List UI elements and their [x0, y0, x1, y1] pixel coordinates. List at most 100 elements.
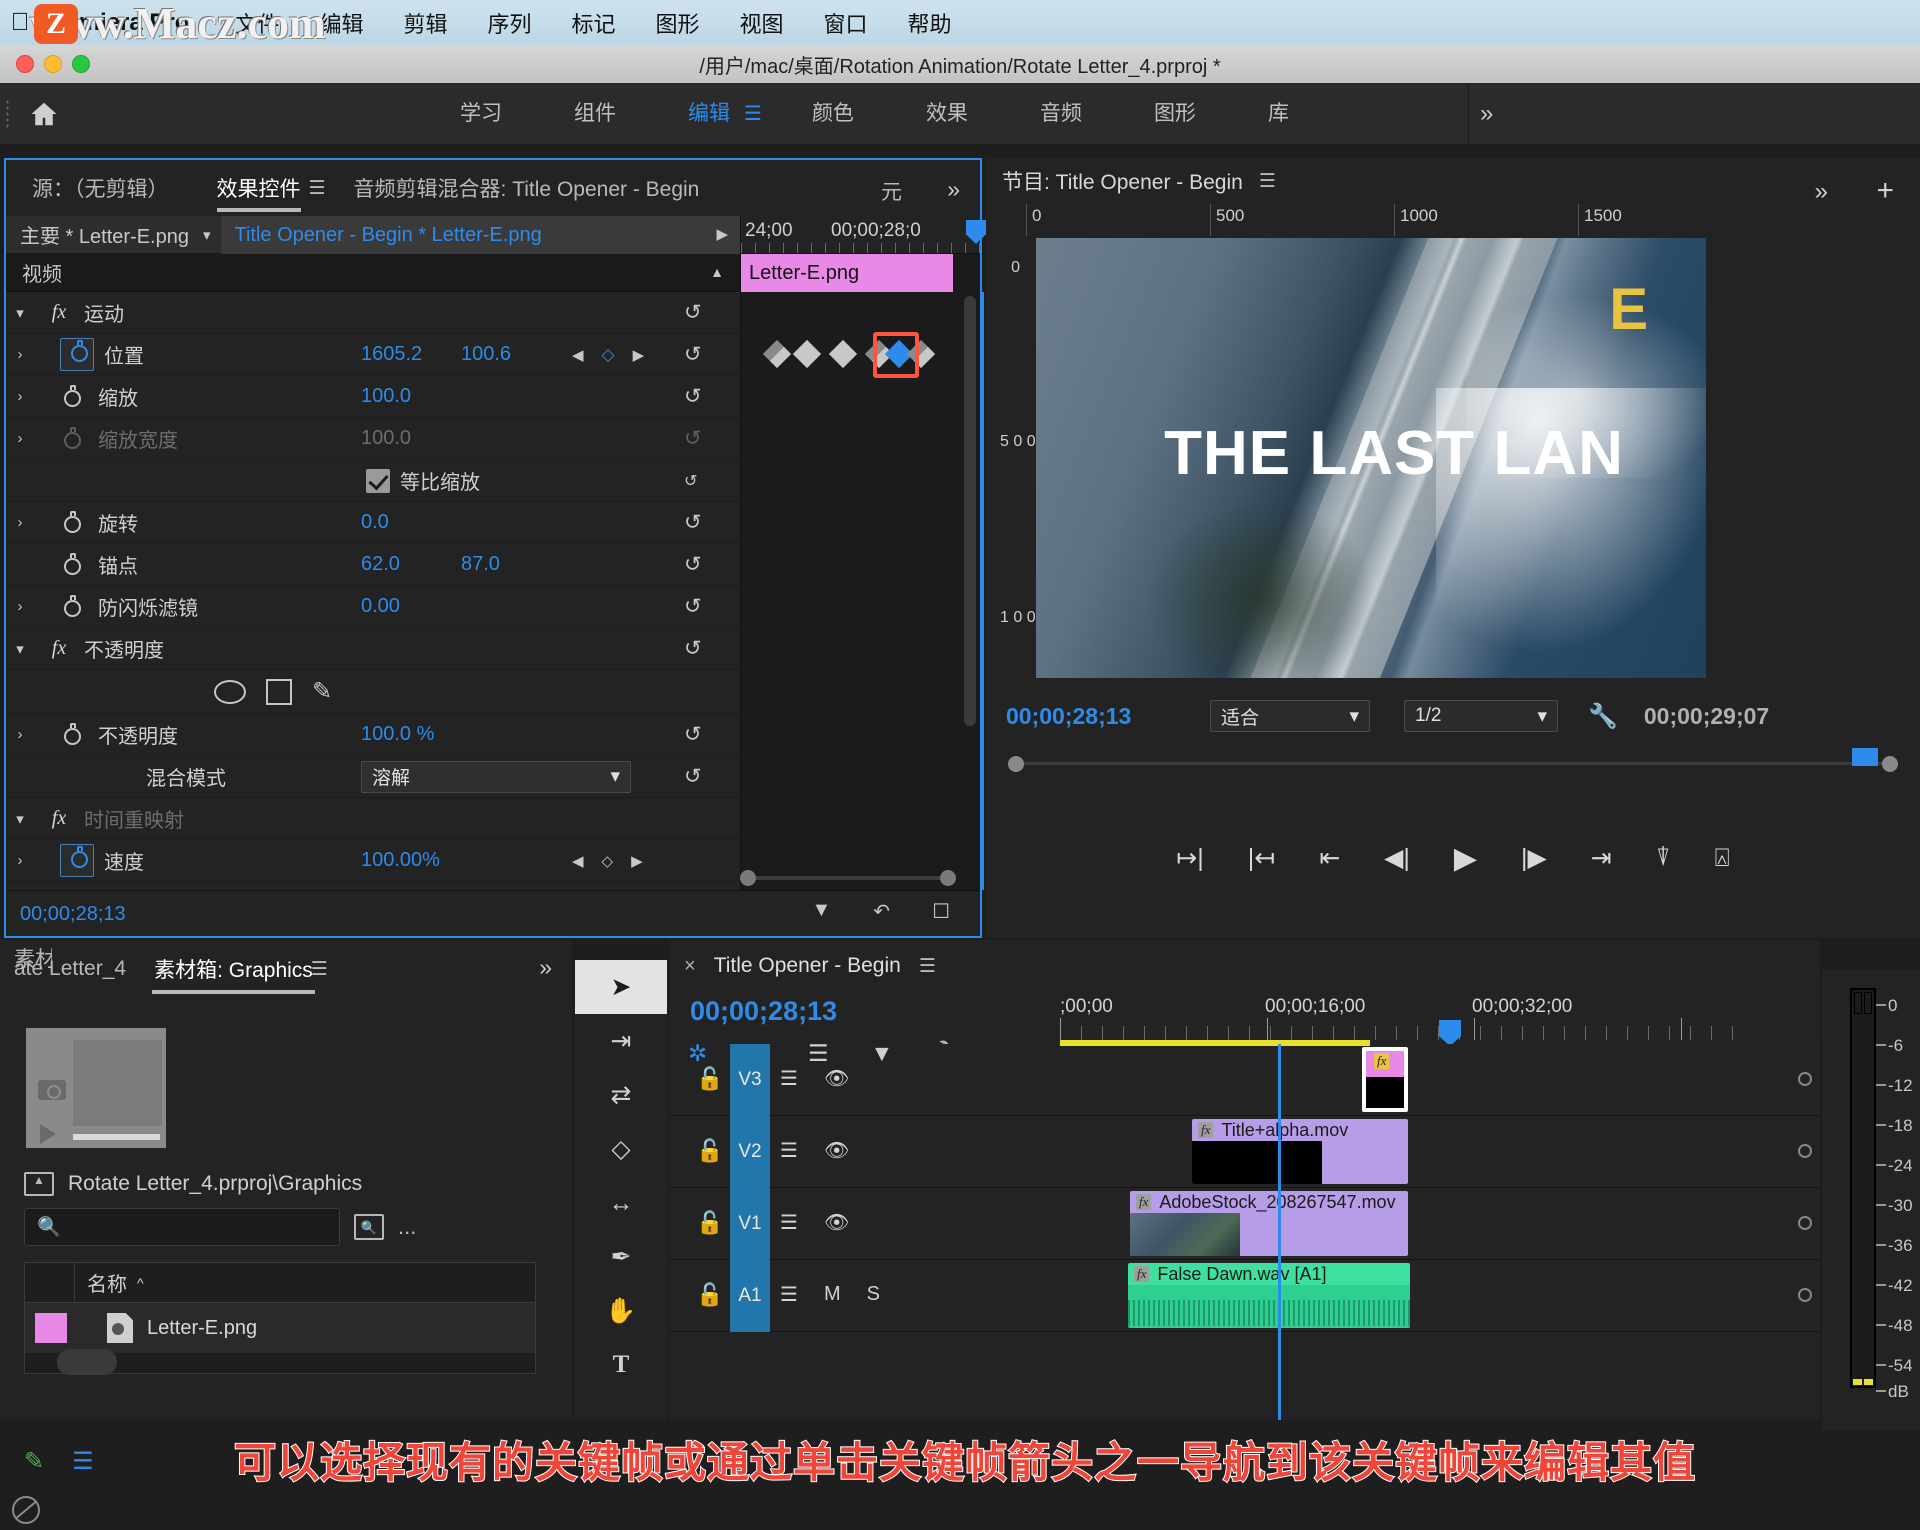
- timeline-menu-icon[interactable]: ☰: [919, 955, 936, 978]
- reset-icon[interactable]: ↺: [684, 384, 702, 409]
- selection-tool[interactable]: ➤: [575, 960, 667, 1014]
- step-forward-icon[interactable]: |▶: [1521, 843, 1547, 873]
- tab-bin-graphics[interactable]: 素材箱: Graphics: [140, 954, 327, 994]
- tab-assembly[interactable]: 组件: [538, 83, 652, 145]
- tab-audio-clip-mixer[interactable]: 音频剪辑混合器: Title Opener - Begin: [330, 173, 724, 203]
- slip-tool[interactable]: ↔: [575, 1176, 667, 1230]
- find-icon[interactable]: 🔍: [354, 1214, 384, 1240]
- playhead-marker[interactable]: [966, 220, 986, 244]
- target-track-icon[interactable]: ☰: [780, 1282, 798, 1307]
- type-tool[interactable]: T: [575, 1338, 667, 1392]
- close-icon[interactable]: ×: [684, 955, 696, 978]
- timeline-clip-title-alpha[interactable]: fx Title+alpha.mov: [1192, 1119, 1408, 1184]
- tab-learn[interactable]: 学习: [424, 83, 538, 145]
- zoom-handle-right[interactable]: [940, 870, 956, 886]
- effect-controls-ruler[interactable]: 24;00 00;00;28;0: [741, 216, 986, 254]
- keyframe-marker[interactable]: [792, 339, 822, 369]
- mark-out-icon[interactable]: |↤: [1248, 843, 1275, 873]
- tab-libraries[interactable]: 库: [1232, 83, 1325, 145]
- previous-keyframe-icon[interactable]: ◀: [572, 852, 584, 870]
- position-y-value[interactable]: 100.6: [461, 343, 511, 366]
- stopwatch-icon[interactable]: [62, 594, 84, 619]
- group-motion[interactable]: ▾ fx 运动 ↺: [6, 292, 740, 334]
- position-x-value[interactable]: 1605.2: [361, 343, 422, 366]
- vertical-scrollbar[interactable]: [964, 296, 976, 726]
- tab-audio[interactable]: 音频: [1004, 83, 1118, 145]
- chevron-down-icon[interactable]: ▾: [203, 226, 221, 244]
- blend-mode-select[interactable]: 溶解 ▾: [361, 760, 631, 793]
- track-lane-v2[interactable]: fx Title+alpha.mov: [900, 1116, 1820, 1187]
- track-lane-v3[interactable]: fx: [900, 1040, 1820, 1115]
- tab-media-browser[interactable]: 素材: [0, 943, 52, 995]
- menu-item-window[interactable]: 窗口: [804, 7, 888, 39]
- ripple-edit-tool[interactable]: ⇄: [575, 1068, 667, 1122]
- property-speed[interactable]: › 速度 100.00% ◀ ◇ ▶: [6, 840, 740, 882]
- effect-controls-zoom-slider[interactable]: [740, 870, 956, 886]
- export-frame-icon[interactable]: ☐: [932, 899, 950, 924]
- reset-icon[interactable]: ↺: [684, 722, 702, 747]
- reset-icon[interactable]: ↺: [684, 552, 702, 577]
- hand-tool[interactable]: ✋: [575, 1284, 667, 1338]
- lift-icon[interactable]: ⍒: [1656, 844, 1671, 873]
- expand-caret-icon[interactable]: ›: [6, 388, 34, 405]
- effect-controls-more-icon[interactable]: »: [947, 176, 960, 203]
- play-icon[interactable]: ▶: [1454, 841, 1477, 876]
- tab-graphics[interactable]: 图形: [1118, 83, 1232, 145]
- go-to-in-icon[interactable]: ⇤: [1319, 843, 1340, 873]
- stopwatch-icon[interactable]: [62, 510, 84, 535]
- opacity-value[interactable]: 100.0 %: [361, 723, 434, 746]
- antiflicker-value[interactable]: 0.00: [361, 595, 400, 618]
- stopwatch-toggle-speed[interactable]: [60, 844, 94, 877]
- stopwatch-icon[interactable]: [62, 384, 84, 409]
- expand-caret-icon[interactable]: ›: [6, 346, 34, 363]
- name-column-header[interactable]: 名称: [75, 1268, 127, 1297]
- camera-icon[interactable]: [38, 1080, 66, 1100]
- menu-item-help[interactable]: 帮助: [888, 7, 972, 39]
- clip-bar-arrow-icon[interactable]: ▶: [704, 216, 740, 254]
- tab-effects[interactable]: 效果: [890, 83, 1004, 145]
- thumbnail-scrub-strip[interactable]: [73, 1134, 160, 1140]
- property-scale[interactable]: › 缩放 100.0 ↺: [6, 376, 740, 418]
- property-antiflicker[interactable]: › 防闪烁滤镜 0.00 ↺: [6, 586, 740, 628]
- speed-value[interactable]: 100.00%: [361, 849, 440, 872]
- timeline-ruler[interactable]: ;00;00 00;00;16;00 00;00;32;00: [1060, 996, 1750, 1046]
- expand-caret-icon[interactable]: ▾: [6, 810, 34, 828]
- menu-item-view[interactable]: 视图: [720, 7, 804, 39]
- target-track-icon[interactable]: ☰: [780, 1138, 798, 1163]
- reset-icon[interactable]: ↺: [684, 594, 702, 619]
- next-keyframe-icon[interactable]: ▶: [631, 852, 643, 870]
- effect-controls-clip-bar-graphic[interactable]: Letter-E.png: [741, 254, 953, 292]
- group-opacity[interactable]: ▾ fx 不透明度 ↺: [6, 628, 740, 670]
- keyframe-marker[interactable]: [828, 339, 858, 369]
- stopwatch-toggle-position[interactable]: [60, 338, 94, 371]
- sort-ascending-icon[interactable]: ^: [137, 1275, 144, 1291]
- scrubber-handle-right[interactable]: [1882, 756, 1898, 772]
- target-track-icon[interactable]: ☰: [780, 1210, 798, 1235]
- timeline-playhead[interactable]: [1278, 1044, 1281, 1420]
- pen-mask-icon[interactable]: ✎: [312, 677, 332, 706]
- step-back-icon[interactable]: ◀|: [1384, 843, 1410, 873]
- menu-item-graphics[interactable]: 图形: [636, 7, 720, 39]
- reset-icon[interactable]: ↺: [684, 764, 702, 789]
- lock-icon[interactable]: 🔓: [696, 1066, 723, 1092]
- eye-icon[interactable]: 👁: [824, 1066, 849, 1091]
- track-name-v1[interactable]: V1: [730, 1188, 770, 1260]
- wrench-icon[interactable]: 🔧: [1588, 702, 1618, 731]
- panel-gripper[interactable]: [0, 83, 14, 145]
- zoom-level-select[interactable]: 适合 ▾: [1210, 700, 1370, 732]
- search-input[interactable]: 🔍: [24, 1208, 340, 1246]
- new-item-pencil-icon[interactable]: ✎: [24, 1447, 44, 1476]
- reset-icon[interactable]: ↺: [684, 342, 702, 367]
- timeline-clip-adobestock[interactable]: fx AdobeStock_208267547.mov: [1130, 1191, 1408, 1256]
- stopwatch-icon[interactable]: [62, 722, 84, 747]
- pen-tool[interactable]: ✒: [575, 1230, 667, 1284]
- workspace-menu-icon[interactable]: ☰: [744, 101, 762, 126]
- parent-folder-icon[interactable]: [24, 1172, 54, 1196]
- rectangle-mask-icon[interactable]: [266, 678, 292, 705]
- group-time-remapping[interactable]: ▾ fx 时间重映射: [6, 798, 740, 840]
- tab-source[interactable]: 源：（无剪辑）: [6, 173, 193, 203]
- keyframe-navigator[interactable]: ◀ ◇ ▶: [572, 345, 644, 365]
- add-remove-keyframe-icon[interactable]: ◇: [602, 345, 615, 365]
- home-icon[interactable]: [14, 83, 74, 145]
- timeline-playhead-marker[interactable]: [1439, 1020, 1461, 1046]
